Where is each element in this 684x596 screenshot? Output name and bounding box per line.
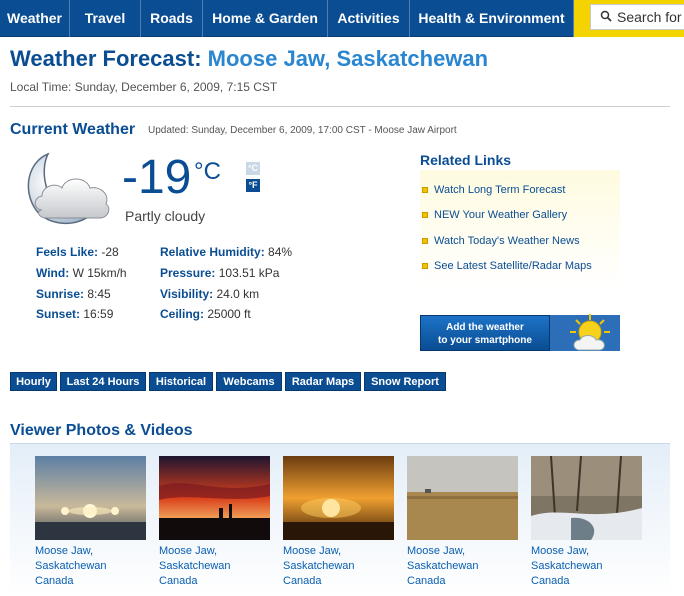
nav-activities[interactable]: Activities (328, 0, 410, 37)
temperature-unit: °C (194, 158, 221, 185)
caption-line[interactable]: Saskatchewan (407, 559, 479, 574)
bullet-icon (422, 263, 428, 269)
nav-roads[interactable]: Roads (141, 0, 203, 37)
detail-label: Wind: (36, 266, 70, 280)
top-nav: Weather Travel Roads Home & Garden Activ… (0, 0, 684, 38)
detail-value: W 15km/h (72, 266, 127, 280)
photo-thumbnail[interactable] (283, 456, 394, 540)
caption-line[interactable]: Moose Jaw, (531, 544, 603, 559)
sun-cloud-icon (550, 314, 620, 351)
caption-line[interactable]: Canada (283, 574, 355, 589)
nav-health-environment[interactable]: Health & Environment (410, 0, 574, 37)
partly-cloudy-night-icon (27, 152, 110, 225)
tab-radar-maps[interactable]: Radar Maps (285, 372, 361, 391)
photo-thumbnail[interactable] (35, 456, 146, 540)
smartphone-line-1: Add the weather (446, 322, 524, 333)
related-link-label[interactable]: NEW Your Weather Gallery (434, 209, 567, 221)
detail-ceiling: Ceiling: 25000 ft (160, 307, 251, 321)
detail-value: 16:59 (83, 307, 114, 321)
photo-thumbnail[interactable] (159, 456, 270, 540)
detail-value: 25000 ft (207, 307, 251, 321)
tab-hourly[interactable]: Hourly (10, 372, 57, 391)
related-link-gallery[interactable]: NEW Your Weather Gallery (422, 209, 567, 221)
photo-caption[interactable]: Moose Jaw, Saskatchewan Canada (531, 544, 603, 589)
detail-sunset: Sunset: 16:59 (36, 307, 113, 321)
tab-snow-report[interactable]: Snow Report (364, 372, 446, 391)
detail-label: Relative Humidity: (160, 245, 265, 259)
detail-label: Ceiling: (160, 307, 204, 321)
related-link-forecast[interactable]: Watch Long Term Forecast (422, 184, 565, 196)
page-title-prefix: Weather Forecast: (10, 46, 202, 71)
tab-historical[interactable]: Historical (149, 372, 213, 391)
search-icon[interactable] (600, 10, 612, 22)
caption-line[interactable]: Saskatchewan (35, 559, 107, 574)
detail-humidity: Relative Humidity: 84% (160, 245, 292, 259)
detail-label: Pressure: (160, 266, 216, 280)
page-title: Weather Forecast: Moose Jaw, Saskatchewa… (10, 46, 488, 72)
caption-line[interactable]: Saskatchewan (159, 559, 231, 574)
smartphone-button[interactable]: Add the weather to your smartphone (420, 315, 550, 351)
smartphone-line-2: to your smartphone (438, 335, 532, 346)
photo-caption[interactable]: Moose Jaw, Saskatchewan Canada (35, 544, 107, 589)
detail-value: 24.0 km (216, 287, 260, 301)
photo-caption[interactable]: Moose Jaw, Saskatchewan Canada (159, 544, 231, 589)
nav-weather[interactable]: Weather (0, 0, 70, 37)
caption-line[interactable]: Moose Jaw, (283, 544, 355, 559)
divider (10, 106, 670, 107)
related-link-label[interactable]: Watch Long Term Forecast (434, 184, 565, 196)
photo-thumbnail[interactable] (531, 456, 642, 540)
local-time: Local Time: Sunday, December 6, 2009, 7:… (10, 80, 278, 94)
detail-value: 8:45 (87, 287, 111, 301)
related-link-label[interactable]: See Latest Satellite/Radar Maps (434, 260, 592, 272)
detail-pressure: Pressure: 103.51 kPa (160, 266, 279, 280)
detail-feels-like: Feels Like: -28 (36, 245, 119, 259)
photo-caption[interactable]: Moose Jaw, Saskatchewan Canada (283, 544, 355, 589)
related-link-satellite[interactable]: See Latest Satellite/Radar Maps (422, 260, 592, 272)
condition-text: Partly cloudy (125, 208, 206, 224)
detail-value: -28 (101, 245, 119, 259)
detail-label: Visibility: (160, 287, 214, 301)
caption-line[interactable]: Canada (407, 574, 479, 589)
related-link-label[interactable]: Watch Today's Weather News (434, 235, 580, 247)
photo-thumbnail[interactable] (407, 456, 518, 540)
fahrenheit-toggle[interactable]: °F (246, 179, 260, 192)
nav-home-garden[interactable]: Home & Garden (203, 0, 328, 37)
caption-line[interactable]: Canada (159, 574, 231, 589)
caption-line[interactable]: Moose Jaw, (407, 544, 479, 559)
caption-line[interactable]: Saskatchewan (283, 559, 355, 574)
detail-value: 84% (268, 245, 293, 259)
detail-wind: Wind: W 15km/h (36, 266, 127, 280)
detail-label: Sunrise: (36, 287, 85, 301)
tab-last-24-hours[interactable]: Last 24 Hours (60, 372, 146, 391)
photo-caption[interactable]: Moose Jaw, Saskatchewan Canada (407, 544, 479, 589)
detail-value: 103.51 kPa (218, 266, 280, 280)
detail-label: Feels Like: (36, 245, 99, 259)
caption-line[interactable]: Moose Jaw, (35, 544, 107, 559)
detail-visibility: Visibility: 24.0 km (160, 287, 259, 301)
caption-line[interactable]: Canada (531, 574, 603, 589)
caption-line[interactable]: Saskatchewan (531, 559, 603, 574)
caption-line[interactable]: Canada (35, 574, 107, 589)
smartphone-banner[interactable]: Add the weather to your smartphone (420, 314, 620, 352)
bullet-icon (422, 238, 428, 244)
detail-label: Sunset: (36, 307, 81, 321)
detail-sunrise: Sunrise: 8:45 (36, 287, 111, 301)
temperature: -19 (122, 151, 192, 204)
current-weather-heading: Current Weather (10, 121, 136, 138)
related-link-news[interactable]: Watch Today's Weather News (422, 235, 580, 247)
bullet-icon (422, 187, 428, 193)
page-title-location: Moose Jaw, Saskatchewan (207, 46, 489, 71)
celsius-toggle[interactable]: °C (246, 162, 260, 175)
nav-travel[interactable]: Travel (70, 0, 141, 37)
viewer-photos-heading: Viewer Photos & Videos (10, 422, 193, 439)
caption-line[interactable]: Moose Jaw, (159, 544, 231, 559)
bullet-icon (422, 212, 428, 218)
related-links-heading: Related Links (420, 152, 512, 168)
updated-timestamp: Updated: Sunday, December 6, 2009, 17:00… (148, 125, 457, 136)
tab-webcams[interactable]: Webcams (216, 372, 282, 391)
